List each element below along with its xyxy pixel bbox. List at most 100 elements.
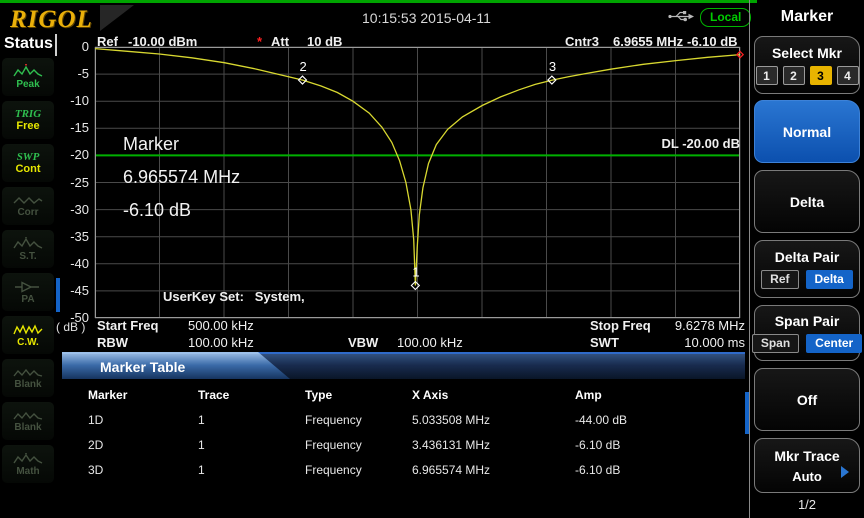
- table-cell: 1: [198, 463, 305, 477]
- span-pair-span-option[interactable]: Span: [752, 334, 799, 353]
- mkr-trace-button[interactable]: Mkr Trace Auto: [754, 438, 860, 493]
- marker-readout-freq: 6.965574 MHz: [123, 167, 240, 200]
- status-item-label: Corr: [17, 208, 38, 218]
- normal-button[interactable]: Normal: [754, 100, 860, 163]
- math-waveform-icon: [13, 452, 43, 466]
- y-axis-tick: -10: [54, 93, 89, 108]
- status-item-corr: Corr: [2, 187, 54, 225]
- pa-amplifier-icon: [13, 280, 43, 294]
- corr-waveform-icon: [13, 194, 43, 207]
- status-item-cw: C.W.: [2, 316, 54, 354]
- status-icon-column: Peak TRIG Free SWP Cont Corr S.T.: [2, 58, 54, 483]
- table-cell: Frequency: [305, 463, 412, 477]
- svg-text:1: 1: [412, 264, 419, 279]
- y-axis-tick: -30: [54, 202, 89, 217]
- span-pair-center-option[interactable]: Center: [806, 334, 862, 353]
- off-button-label: Off: [797, 392, 817, 408]
- col-header-trace: Trace: [198, 388, 305, 402]
- y-axis-tick: -20: [54, 147, 89, 162]
- status-item-label: PA: [21, 295, 34, 305]
- marker-readout: Marker 6.965574 MHz -6.10 dB: [123, 134, 240, 233]
- status-item-pa: PA: [2, 273, 54, 311]
- st-waveform-icon: [13, 237, 43, 251]
- table-cell: -44.00 dB: [575, 413, 728, 427]
- vbw-value: 100.00 kHz: [397, 335, 463, 350]
- select-mkr-button[interactable]: Select Mkr 1 2 3 4: [754, 36, 860, 94]
- delta-pair-delta-option[interactable]: Delta: [806, 270, 853, 289]
- userkey-message: UserKey Set: System,: [163, 289, 305, 304]
- y-axis-ticks: 0-5-10-15-20-25-30-35-40-45-50: [56, 47, 91, 318]
- normal-button-label: Normal: [783, 124, 831, 140]
- svg-text:2: 2: [299, 59, 306, 74]
- status-item-math: Math: [2, 445, 54, 483]
- marker-table-tab: Marker Table: [62, 352, 290, 379]
- delta-button[interactable]: Delta: [754, 170, 860, 233]
- wave-icon: [13, 409, 43, 422]
- delta-pair-label: Delta Pair: [775, 249, 840, 265]
- table-cell: -6.10 dB: [575, 438, 728, 452]
- marker-readout-amp: -6.10 dB: [123, 200, 240, 233]
- y-axis-tick: -5: [54, 66, 89, 81]
- delta-pair-button[interactable]: Delta Pair Ref Delta: [754, 240, 860, 298]
- peak-waveform-icon: [13, 64, 43, 79]
- status-item-peak: Peak: [2, 58, 54, 96]
- status-item-label: C.W.: [17, 338, 39, 348]
- table-cell: 3.436131 MHz: [412, 438, 575, 452]
- select-mkr-label: Select Mkr: [772, 45, 842, 61]
- status-panel-title: Status: [4, 35, 53, 53]
- delta-pair-options: Ref Delta: [761, 270, 853, 289]
- col-header-xaxis: X Axis: [412, 388, 575, 402]
- menu-title: Marker: [750, 8, 864, 26]
- marker-table-title: Marker Table: [100, 359, 185, 375]
- marker-4-box[interactable]: 4: [837, 66, 859, 85]
- span-pair-button[interactable]: Span Pair Span Center: [754, 305, 860, 361]
- active-edge-indicator-left: [56, 278, 60, 312]
- status-item-label: Peak: [16, 80, 39, 90]
- table-cell: Frequency: [305, 438, 412, 452]
- col-header-amp: Amp: [575, 388, 728, 402]
- status-item-label: Math: [16, 467, 39, 477]
- local-status-badge: Local: [700, 8, 751, 27]
- spectrum-analyzer-screen: RIGOL 10:15:53 2015-04-11 Local Status P…: [0, 0, 864, 518]
- stop-freq-value: 9.6278 MHz: [655, 318, 745, 333]
- rigol-logo: RIGOL: [10, 6, 93, 34]
- marker-2-box[interactable]: 2: [783, 66, 805, 85]
- status-item-swp: SWP Cont: [2, 144, 54, 182]
- table-cell: 1: [198, 413, 305, 427]
- table-cell: 2D: [88, 438, 198, 452]
- y-axis-unit: ( dB ): [56, 320, 85, 334]
- menu-page-indicator: 1/2: [750, 497, 864, 512]
- start-freq-label: Start Freq: [97, 318, 158, 333]
- menu-panel-divider: [749, 0, 750, 518]
- y-axis-tick: -35: [54, 229, 89, 244]
- display-line-label: DL -20.00 dB: [590, 136, 740, 151]
- trig-label: TRIG: [15, 109, 41, 120]
- y-axis-tick: 0: [54, 39, 89, 54]
- span-pair-options: Span Center: [752, 334, 862, 353]
- table-cell: 6.965574 MHz: [412, 463, 575, 477]
- status-item-blank-1: Blank: [2, 359, 54, 397]
- logo-wedge-decoration: [100, 5, 134, 31]
- delta-pair-ref-option[interactable]: Ref: [761, 270, 798, 289]
- table-cell: Frequency: [305, 413, 412, 427]
- usb-icon: [668, 10, 695, 28]
- span-pair-label: Span Pair: [775, 313, 840, 329]
- marker-number-boxes: 1 2 3 4: [756, 66, 859, 85]
- marker-3-box[interactable]: 3: [810, 66, 832, 85]
- mkr-trace-value: Auto: [792, 469, 822, 484]
- swt-label: SWT: [590, 335, 619, 350]
- wave-icon: [13, 366, 43, 379]
- swt-value: 10.000 ms: [655, 335, 745, 350]
- datetime-label: 10:15:53 2015-04-11: [362, 10, 491, 26]
- y-axis-tick: -40: [54, 256, 89, 271]
- marker-1-box[interactable]: 1: [756, 66, 778, 85]
- status-item-label: S.T.: [19, 252, 36, 262]
- y-axis-tick: -15: [54, 120, 89, 135]
- off-button[interactable]: Off: [754, 368, 860, 431]
- table-cell: 1: [198, 438, 305, 452]
- status-item-label: Blank: [14, 423, 41, 433]
- status-item-label: Blank: [14, 380, 41, 390]
- top-green-strip: [0, 0, 757, 3]
- marker-readout-title: Marker: [123, 134, 240, 167]
- table-cell: 1D: [88, 413, 198, 427]
